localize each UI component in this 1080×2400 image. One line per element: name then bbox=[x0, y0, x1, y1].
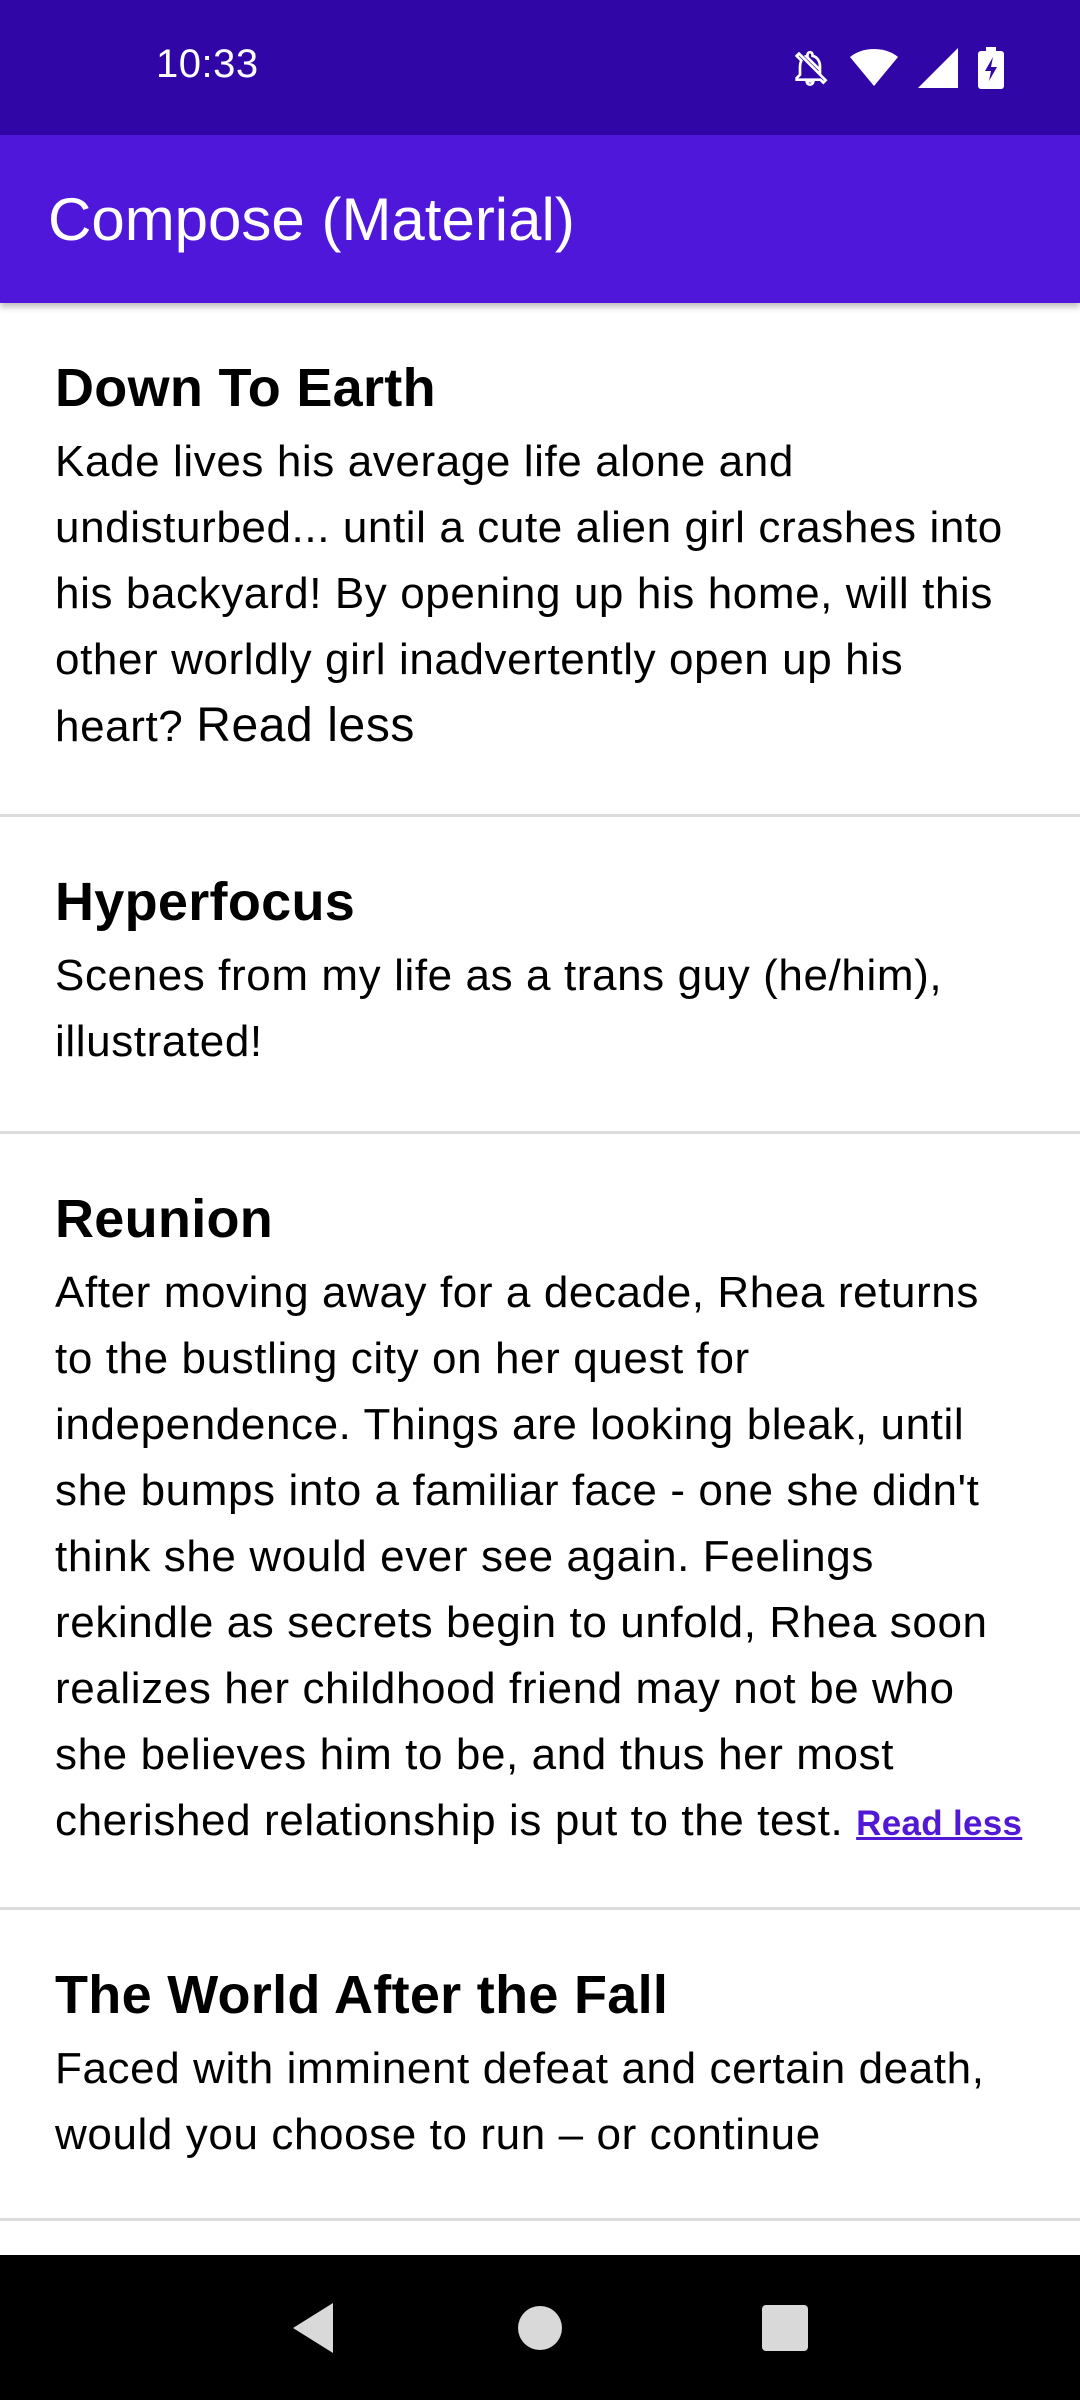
app-title: Compose (Material) bbox=[48, 186, 575, 253]
cell-signal-icon bbox=[918, 48, 958, 88]
item-title: Down To Earth bbox=[55, 358, 436, 418]
item-title: The World After the Fall bbox=[55, 1965, 669, 2025]
list-item[interactable]: Reunion After moving away for a decade, … bbox=[0, 1134, 1080, 1910]
home-icon[interactable] bbox=[480, 2255, 600, 2400]
list-item[interactable]: The World After the Fall Faced with immi… bbox=[0, 1910, 1080, 2221]
item-description: Kade lives his average life alone and un… bbox=[55, 429, 1025, 760]
status-time: 10:33 bbox=[156, 42, 259, 86]
item-title: Reunion bbox=[55, 1189, 274, 1249]
battery-charging-icon bbox=[978, 47, 1004, 89]
wifi-icon bbox=[850, 48, 898, 88]
item-description: Scenes from my life as a trans guy (he/h… bbox=[55, 951, 943, 1066]
item-description: After moving away for a decade, Rhea ret… bbox=[55, 1260, 1025, 1857]
recents-icon[interactable] bbox=[725, 2255, 845, 2400]
top-app-bar: Compose (Material) bbox=[0, 135, 1080, 303]
back-icon[interactable] bbox=[253, 2255, 373, 2400]
navigation-bar bbox=[0, 2255, 1080, 2400]
list-item[interactable]: Down To Earth Kade lives his average lif… bbox=[0, 303, 1080, 817]
read-less-link[interactable]: Read less bbox=[856, 1804, 1022, 1843]
list-item[interactable]: Hyperfocus Scenes from my life as a tran… bbox=[0, 817, 1080, 1134]
status-icons bbox=[790, 46, 1004, 90]
item-title: Hyperfocus bbox=[55, 872, 356, 932]
item-description-text: After moving away for a decade, Rhea ret… bbox=[55, 1268, 988, 1845]
read-less-button[interactable]: Read less bbox=[196, 699, 415, 752]
notifications-off-icon bbox=[790, 48, 830, 88]
item-description: Faced with imminent defeat and certain d… bbox=[55, 2044, 985, 2159]
status-bar: 10:33 bbox=[0, 0, 1080, 135]
content-list[interactable]: Down To Earth Kade lives his average lif… bbox=[0, 303, 1080, 2255]
